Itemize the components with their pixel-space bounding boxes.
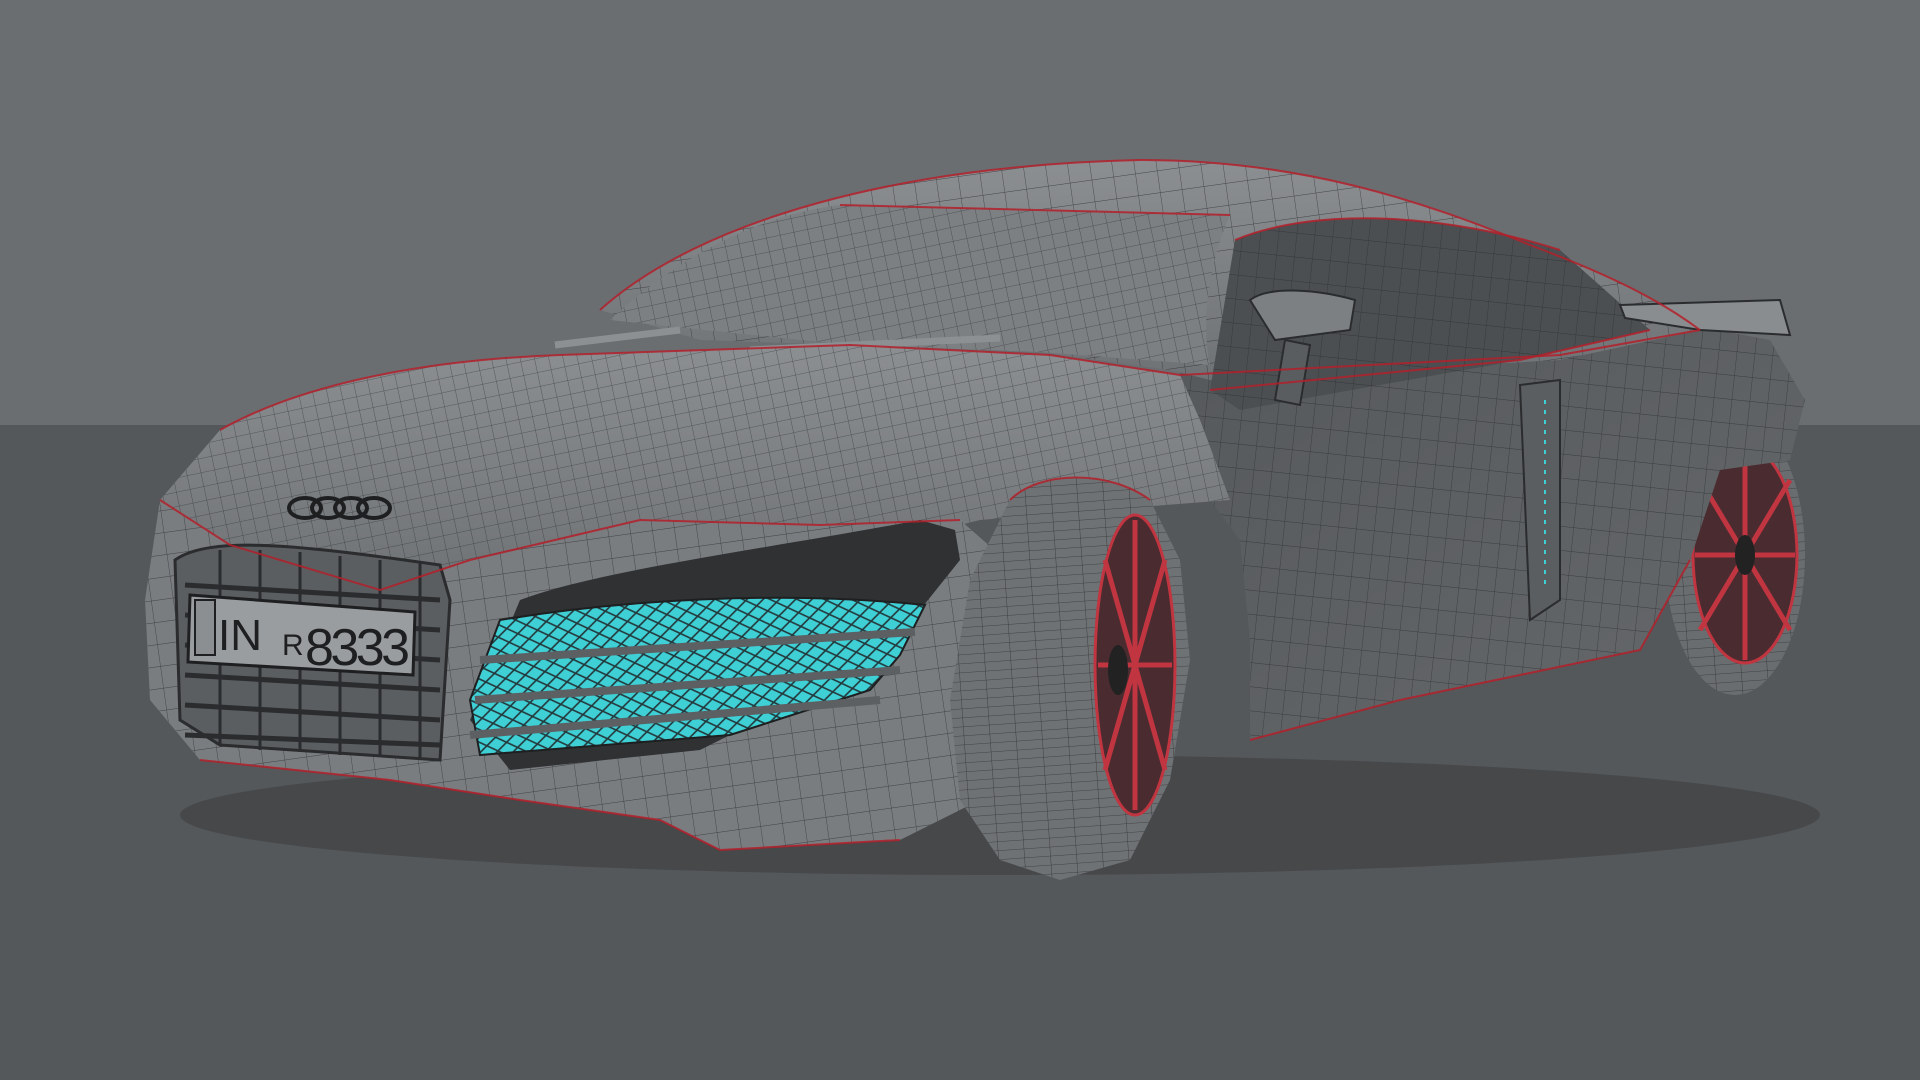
- plate-number: 8333: [305, 619, 410, 677]
- plate-country: IN: [218, 611, 262, 660]
- 3d-viewport[interactable]: IN R 8333: [0, 0, 1920, 1080]
- plate-letter: R: [282, 629, 304, 662]
- viewport-canvas[interactable]: IN R 8333: [0, 0, 1920, 1080]
